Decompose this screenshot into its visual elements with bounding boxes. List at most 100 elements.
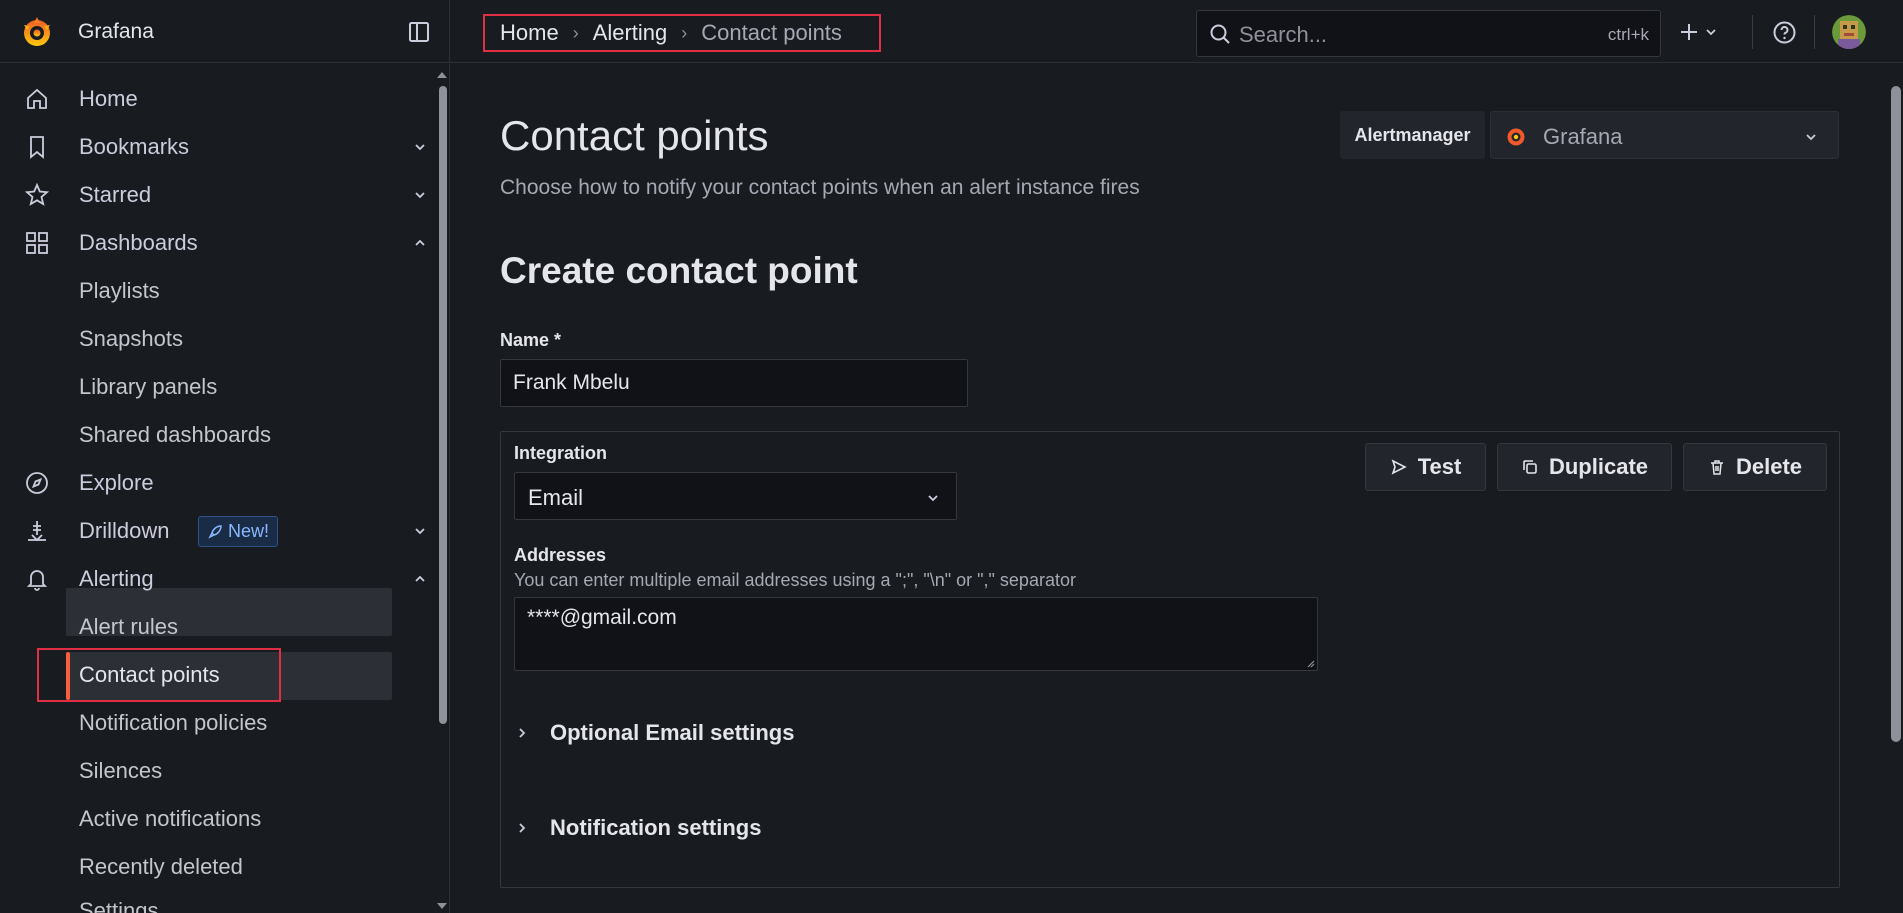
delete-button-label: Delete	[1735, 454, 1803, 479]
main-content: Contact points Choose how to notify your…	[451, 64, 1891, 913]
name-label: Name *	[500, 330, 562, 350]
duplicate-button[interactable]: Duplicate	[1497, 443, 1672, 491]
compass-icon	[26, 472, 48, 494]
trash-icon	[1710, 460, 1723, 475]
divider	[1752, 15, 1753, 49]
sidebar-scrollbar[interactable]	[439, 86, 447, 724]
sidebar-item-alerting[interactable]: Alerting	[0, 556, 438, 602]
alertmanager-value: Grafana	[1543, 124, 1623, 149]
sidebar-item-silences[interactable]: Silences	[0, 748, 438, 794]
sidebar-item-label: Alerting	[79, 566, 154, 591]
breadcrumb-contact-points: Contact points	[701, 20, 842, 45]
search-shortcut: ctrl+k	[1607, 25, 1649, 44]
scroll-up-arrow[interactable]	[437, 72, 447, 78]
sidebar-item-label: Home	[79, 86, 138, 111]
name-field[interactable]: Frank Mbelu	[500, 359, 968, 407]
sidebar-item-recently-deleted[interactable]: Recently deleted	[0, 844, 438, 890]
addresses-value: ****@gmail.com	[527, 606, 677, 629]
sidebar-item-alert-rules[interactable]: Alert rules	[0, 604, 438, 650]
chevron-up-icon[interactable]	[412, 571, 428, 587]
brand-area: Grafana	[0, 0, 450, 63]
sidebar-item-home[interactable]: Home	[0, 76, 438, 122]
breadcrumb-alerting[interactable]: Alerting	[593, 20, 668, 46]
badge-label: New!	[228, 521, 270, 541]
sidebar-item-explore[interactable]: Explore	[0, 460, 438, 506]
addresses-field[interactable]: ****@gmail.com	[514, 597, 1318, 671]
search-placeholder: Search...	[1239, 22, 1328, 47]
grafana-logo-icon[interactable]	[20, 15, 54, 49]
sidebar-item-playlists[interactable]: Playlists	[0, 268, 438, 314]
chevron-right-icon: ›	[572, 22, 579, 43]
send-icon	[1391, 459, 1407, 475]
plus-icon	[1681, 24, 1697, 40]
test-button[interactable]: Test	[1365, 443, 1486, 491]
sidebar-item-bookmarks[interactable]: Bookmarks	[0, 124, 438, 170]
chevron-down-icon[interactable]	[412, 139, 428, 155]
addresses-help-text: You can enter multiple email addresses u…	[514, 570, 1076, 590]
optional-email-settings-label: Optional Email settings	[550, 720, 795, 745]
notification-settings-toggle[interactable]: Notification settings	[514, 812, 761, 844]
sidebar-item-library-panels[interactable]: Library panels	[0, 364, 438, 410]
optional-email-settings-toggle[interactable]: Optional Email settings	[514, 717, 794, 749]
sidebar-item-settings[interactable]: Settings	[0, 892, 438, 913]
page-scrollbar[interactable]	[1891, 86, 1901, 742]
page-title: Contact points	[500, 112, 769, 159]
grafana-logo-icon	[1507, 128, 1525, 146]
chevron-down-icon[interactable]	[412, 187, 428, 203]
sidebar-item-notification-policies[interactable]: Notification policies	[0, 700, 438, 746]
duplicate-button-label: Duplicate	[1548, 454, 1649, 479]
drilldown-icon	[28, 521, 46, 542]
alertmanager-select[interactable]: Grafana	[1490, 111, 1839, 159]
sidebar-item-label: Dashboards	[79, 230, 198, 255]
chevron-down-icon	[1806, 134, 1816, 141]
copy-icon	[1523, 460, 1537, 474]
sidebar-item-shared-dashboards[interactable]: Shared dashboards	[0, 412, 438, 458]
integration-label: Integration	[514, 443, 607, 463]
help-icon[interactable]	[1772, 20, 1797, 45]
integration-value: Email	[528, 485, 584, 510]
chevron-right-icon	[519, 823, 526, 833]
search-icon	[1210, 24, 1230, 44]
sidebar-item-label: Settings	[79, 898, 159, 913]
alertmanager-label: Alertmanager	[1340, 111, 1485, 159]
sidebar-item-label: Active notifications	[79, 806, 262, 831]
sidebar-item-active-notifications[interactable]: Active notifications	[0, 796, 438, 842]
sidebar-item-label: Silences	[79, 758, 163, 783]
rocket-icon	[208, 524, 222, 539]
chevron-right-icon: ›	[681, 22, 688, 43]
page-subtitle: Choose how to notify your contact points…	[500, 176, 1140, 199]
new-menu-button[interactable]	[1678, 14, 1728, 50]
home-icon	[27, 88, 47, 109]
bell-icon	[26, 570, 48, 591]
breadcrumb-home[interactable]: Home	[500, 20, 559, 46]
divider	[1814, 15, 1815, 49]
delete-button[interactable]: Delete	[1683, 443, 1827, 491]
chevron-down-icon[interactable]	[412, 523, 428, 539]
sidebar-item-drilldown[interactable]: Drilldown New!	[0, 508, 438, 554]
highlight-box	[37, 648, 281, 702]
sidebar-item-label: Playlists	[79, 278, 160, 303]
dock-menu-icon[interactable]	[408, 21, 430, 43]
sidebar-item-dashboards[interactable]: Dashboards	[0, 220, 438, 266]
section-title: Create contact point	[500, 250, 858, 291]
integration-select[interactable]: Email	[514, 472, 957, 520]
user-avatar[interactable]	[1832, 15, 1866, 49]
search-input[interactable]: Search... ctrl+k	[1196, 10, 1661, 57]
scroll-down-arrow[interactable]	[437, 903, 447, 909]
resize-handle-icon[interactable]	[1305, 658, 1315, 668]
sidebar-item-label: Bookmarks	[79, 134, 190, 159]
sidebar-item-label: Snapshots	[79, 326, 183, 351]
sidebar-item-label: Starred	[79, 182, 152, 207]
sidebar-item-starred[interactable]: Starred	[0, 172, 438, 218]
chevron-down-icon	[1706, 29, 1716, 36]
apps-icon	[26, 232, 48, 254]
star-icon	[24, 182, 50, 206]
breadcrumb: Home › Alerting › Contact points	[483, 14, 881, 52]
notification-settings-label: Notification settings	[550, 815, 762, 840]
addresses-label: Addresses	[514, 545, 607, 565]
sidebar-item-snapshots[interactable]: Snapshots	[0, 316, 438, 362]
top-bar: Grafana Home › Alerting › Contact points…	[0, 0, 1903, 63]
sidebar-item-label: Shared dashboards	[79, 422, 272, 447]
brand-name: Grafana	[78, 20, 154, 43]
chevron-up-icon[interactable]	[412, 235, 428, 251]
